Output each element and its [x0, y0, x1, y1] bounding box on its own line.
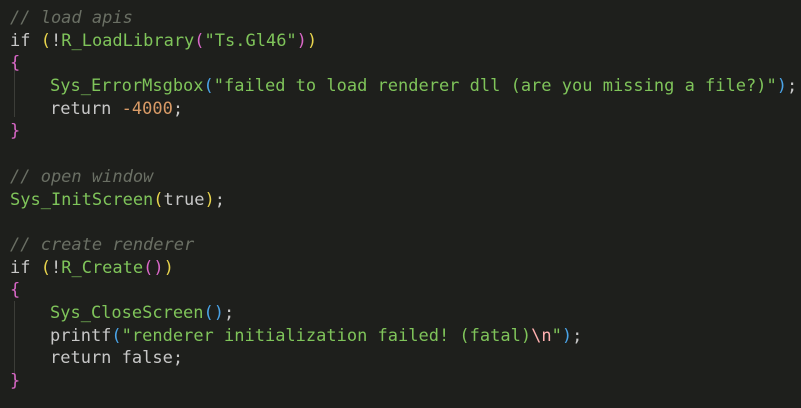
code-line: { [10, 53, 21, 74]
keyword: return [50, 348, 112, 369]
number-literal: -4000 [121, 98, 173, 119]
code-editor[interactable]: // load apis if (!R_LoadLibrary("Ts.Gl46… [0, 0, 801, 408]
code-line: // open window [0, 166, 801, 189]
keyword: if [10, 257, 31, 278]
string-literal: "Ts.Gl46" [204, 30, 297, 51]
function-name: Sys_InitScreen [10, 189, 154, 210]
code-line: } [10, 121, 21, 142]
code-comment: // create renderer [10, 234, 195, 255]
code-comment: // load apis [10, 8, 133, 28]
code-line: printf("renderer initialization failed! … [50, 325, 583, 346]
code-comment: // open window [10, 166, 154, 187]
code-line: // load apis [0, 7, 801, 30]
operator: ! [50, 30, 62, 51]
keyword: if [10, 30, 31, 51]
escape-sequence: \n [531, 325, 552, 346]
code-line: if (!R_LoadLibrary("Ts.Gl46")) [10, 30, 318, 51]
code-line: if (!R_Create()) [10, 257, 174, 278]
code-line: } [10, 371, 21, 391]
string-literal: " [551, 325, 562, 346]
code-line: Sys_ErrorMsgbox("failed to load renderer… [50, 76, 798, 97]
code-line: return -4000; [50, 98, 184, 119]
boolean-literal: false [121, 348, 173, 369]
code-line: { [10, 280, 21, 301]
code-line: // create renderer [0, 234, 801, 257]
keyword: return [50, 98, 112, 119]
function-name: R_Create [61, 257, 144, 278]
function-name: R_LoadLibrary [61, 30, 195, 51]
code-line: Sys_InitScreen(true); [10, 189, 225, 210]
code-line: Sys_CloseScreen(); [50, 302, 235, 323]
code-line: return false; [50, 348, 184, 369]
boolean-literal: true [163, 189, 205, 210]
string-literal: "failed to load renderer dll (are you mi… [213, 76, 777, 97]
function-name: Sys_CloseScreen [50, 302, 204, 323]
string-literal: "renderer initialization failed! (fatal) [121, 325, 532, 346]
function-name: Sys_ErrorMsgbox [50, 76, 204, 97]
function-name: printf [50, 325, 112, 346]
